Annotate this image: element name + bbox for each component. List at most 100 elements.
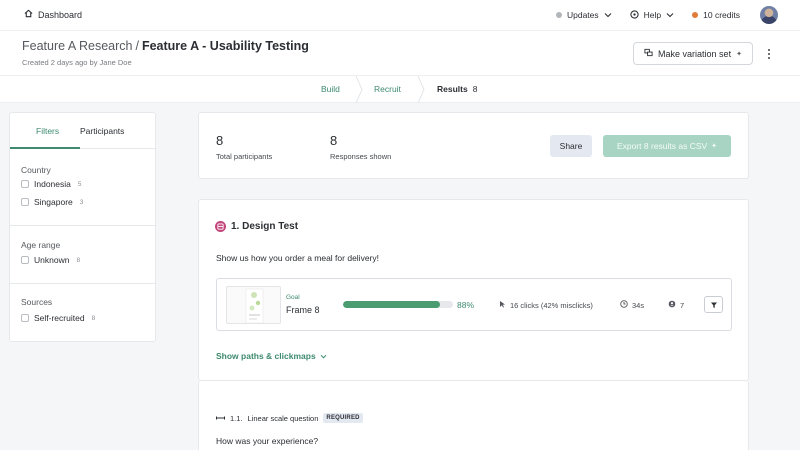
tab-results-label: Results (437, 84, 468, 94)
frame-thumbnail[interactable] (226, 286, 281, 324)
updates-dot-icon (555, 12, 562, 18)
breadcrumb-separator: / (135, 39, 139, 53)
breadcrumb-project[interactable]: Feature A Research (22, 39, 132, 53)
filter-option-label: Singapore (34, 197, 73, 207)
time-label: 34s (632, 300, 645, 310)
linear-scale-question-card: 1.1. Linear scale question REQUIRED How … (198, 381, 749, 450)
participants-metric: 7 (668, 300, 684, 310)
filter-group-age-range: Age range Unknown 8 (10, 226, 155, 284)
filter-option-count: 8 (91, 314, 96, 322)
credits-dot-icon (692, 12, 699, 18)
export-csv-button[interactable]: Export 8 results as CSV ✦ (603, 135, 731, 157)
filter-option-count: 8 (76, 256, 81, 264)
time-metric: 34s (620, 300, 644, 310)
credits-indicator[interactable]: 10 credits (692, 10, 740, 20)
user-icon (668, 300, 676, 310)
home-icon (24, 9, 33, 20)
help-icon (630, 9, 639, 21)
filter-option-label: Unknown (34, 255, 70, 265)
tab-build[interactable]: Build (321, 84, 340, 94)
filter-group-title: Country (21, 165, 51, 175)
credits-label: 10 credits (703, 10, 740, 20)
breadcrumb-study: Feature A - Usability Testing (141, 39, 309, 53)
study-header: Feature A Research / Feature A - Usability… (0, 30, 800, 76)
filter-option-singapore[interactable]: Singapore 3 (21, 197, 83, 207)
sparkle-icon: ✦ (736, 50, 742, 58)
filter-option-count: 3 (79, 198, 84, 206)
show-paths-clickmaps-link[interactable]: Show paths & clickmaps (216, 351, 327, 361)
results-summary-card: 8 Total participants 8 Responses shown S… (198, 112, 749, 179)
updates-menu[interactable]: Updates (555, 10, 612, 20)
filter-option-indonesia[interactable]: Indonesia 5 (21, 179, 82, 189)
question-type: Linear scale question (247, 413, 319, 423)
required-badge: REQUIRED (323, 413, 363, 423)
filter-option-label: Self-recruited (34, 313, 85, 323)
checkbox[interactable] (21, 180, 29, 188)
question-text: How was your experience? (216, 436, 319, 446)
updates-label: Updates (566, 10, 599, 20)
question-number: 1.1. (230, 413, 243, 423)
frame-name: Frame 8 (286, 305, 320, 315)
filter-group-sources: Sources Self-recruited 8 (10, 284, 155, 341)
dashboard-link[interactable]: Dashboard (24, 9, 82, 20)
filter-option-self-recruited[interactable]: Self-recruited 8 (21, 313, 95, 323)
filter-option-count: 5 (77, 180, 82, 188)
show-paths-label: Show paths & clickmaps (216, 351, 316, 361)
design-test-icon (215, 221, 226, 232)
help-label: Help (643, 10, 662, 20)
filter-option-label: Indonesia (34, 179, 71, 189)
filter-button[interactable] (704, 296, 723, 313)
linear-scale-icon (216, 414, 225, 423)
success-progress-bar (343, 301, 453, 308)
more-options-icon[interactable] (764, 45, 774, 63)
filter-group-country: Country Indonesia 5 Singapore 3 (10, 149, 155, 226)
cursor-click-icon (498, 300, 506, 310)
help-menu[interactable]: Help (630, 9, 674, 21)
design-test-card: 1. Design Test Show us how you order a m… (198, 199, 749, 381)
filter-option-unknown[interactable]: Unknown 8 (21, 255, 80, 265)
tab-filters[interactable]: Filters (36, 126, 59, 136)
filters-panel: Filters Participants Country Indonesia 5… (9, 112, 156, 342)
chevron-down-icon (604, 10, 612, 20)
avatar[interactable] (760, 6, 778, 24)
page-title: Feature A Research / Feature A - Usability… (22, 39, 309, 53)
study-subtitle: Created 2 days ago by Jane Doe (22, 58, 132, 67)
export-csv-label: Export 8 results as CSV (616, 141, 708, 151)
study-steps: Build Recruit Results 8 (0, 76, 800, 103)
make-variation-set-button[interactable]: Make variation set ✦ (633, 42, 753, 65)
success-progress-fill (343, 301, 440, 308)
clicks-metric: 16 clicks (42% misclicks) (498, 300, 593, 310)
dashboard-label: Dashboard (38, 9, 83, 20)
checkbox[interactable] (21, 256, 29, 264)
chevron-down-icon (320, 351, 327, 361)
design-test-prompt: Show us how you order a meal for deliver… (216, 253, 379, 263)
sidebar-tabs: Filters Participants (10, 113, 155, 149)
frame-result-row: Goal Frame 8 88% 16 clicks (42% misclick… (216, 278, 732, 331)
tab-participants[interactable]: Participants (80, 126, 124, 136)
checkbox[interactable] (21, 314, 29, 322)
share-button[interactable]: Share (550, 135, 592, 157)
step-chevron-icon (417, 76, 425, 103)
chevron-down-icon (666, 10, 674, 20)
step-chevron-icon (355, 76, 363, 103)
success-percent: 88% (457, 300, 475, 310)
make-variation-set-label: Make variation set (658, 48, 732, 59)
tab-results[interactable]: Results 8 (437, 84, 477, 94)
total-participants-label: Total participants (216, 152, 273, 161)
clicks-label: 16 clicks (42% misclicks) (510, 300, 593, 310)
filter-group-title: Sources (21, 297, 53, 307)
total-participants-value: 8 (216, 133, 224, 148)
share-label: Share (559, 141, 583, 151)
checkbox[interactable] (21, 198, 29, 206)
tab-recruit[interactable]: Recruit (374, 84, 401, 94)
top-bar: Dashboard Updates Help 10 credits (0, 0, 800, 30)
filter-group-title: Age range (21, 240, 61, 250)
participants-label: 7 (680, 300, 685, 310)
sparkle-icon: ✦ (711, 143, 718, 150)
responses-shown-value: 8 (330, 133, 338, 148)
question-header: 1.1. Linear scale question REQUIRED (216, 413, 363, 423)
design-test-title: 1. Design Test (231, 221, 299, 232)
clock-icon (620, 300, 628, 310)
filter-icon (710, 296, 718, 314)
variation-icon (644, 48, 653, 59)
